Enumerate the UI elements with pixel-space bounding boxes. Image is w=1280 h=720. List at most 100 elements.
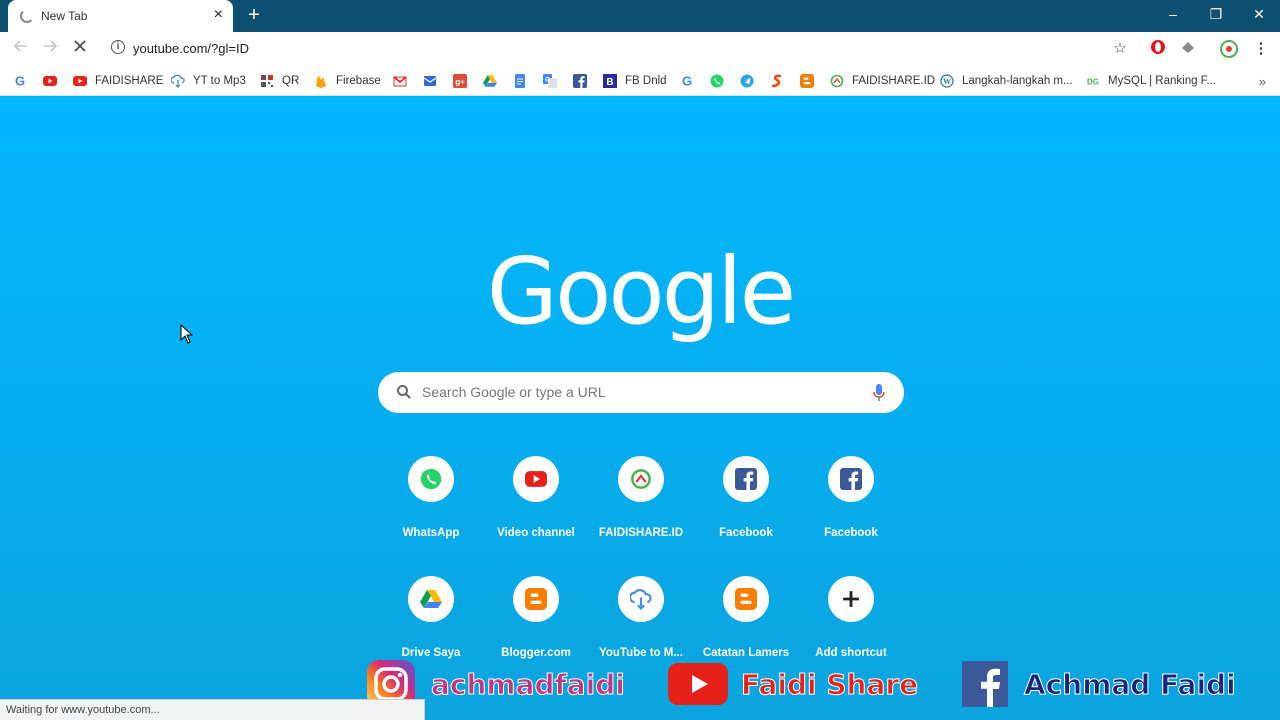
- tab-close-icon[interactable]: ×: [214, 6, 223, 24]
- stop-loading-button[interactable]: [69, 38, 91, 60]
- bookmark-qr[interactable]: QR: [260, 72, 299, 90]
- star-bookmark-icon[interactable]: ☆: [1110, 39, 1130, 59]
- svg-text:G: G: [545, 78, 550, 84]
- telegram-icon: [740, 74, 754, 88]
- bookmark-s[interactable]: [770, 72, 784, 90]
- shortcut-catatan-lamers[interactable]: Catatan Lamers: [691, 576, 801, 659]
- bookmark-blogger[interactable]: [800, 72, 814, 90]
- svg-text:G: G: [682, 74, 692, 88]
- s-icon: [770, 74, 784, 88]
- shortcut-drive-saya[interactable]: Drive Saya: [376, 576, 486, 659]
- minimize-button[interactable]: –: [1158, 4, 1188, 24]
- close-window-button[interactable]: ✕: [1244, 4, 1274, 24]
- facebook-icon: [828, 456, 874, 502]
- facebook-icon: [573, 74, 587, 88]
- docs-icon: [513, 74, 527, 88]
- search-box[interactable]: [378, 372, 904, 413]
- shortcut-youtube-to-m[interactable]: YouTube to M...: [586, 576, 696, 659]
- instagram-handle: achmadfaidi: [431, 667, 626, 701]
- loading-spinner-icon: [20, 9, 34, 23]
- shortcut-faidishare-id[interactable]: FAIDISHARE.ID: [586, 456, 696, 539]
- bookmark-google[interactable]: G: [680, 72, 694, 90]
- bookmark-inbox[interactable]: [423, 72, 437, 90]
- bookmark-label: YT to Mp3: [193, 75, 246, 87]
- shortcut-facebook[interactable]: Facebook: [796, 456, 906, 539]
- more-bookmarks-icon[interactable]: »: [1259, 72, 1266, 90]
- qr-icon: [260, 74, 274, 88]
- search-icon: [397, 385, 411, 399]
- mouse-cursor-icon: [180, 324, 194, 344]
- tab-title: New Tab: [41, 9, 88, 23]
- blogger-icon: [513, 576, 559, 622]
- faidishare-icon: [830, 74, 844, 88]
- svg-text:g+: g+: [455, 78, 465, 87]
- back-button[interactable]: [10, 38, 32, 60]
- title-bar: New Tab × + – ❐ ✕: [0, 0, 1280, 32]
- bookmark-firebase[interactable]: Firebase: [314, 72, 381, 90]
- facebook-icon: [962, 661, 1008, 707]
- microphone-icon[interactable]: [872, 383, 886, 403]
- bookmark-google-plus[interactable]: g+: [453, 72, 467, 90]
- bookmark-fb-dnld[interactable]: B FB Dnld: [603, 72, 667, 90]
- youtube-icon: [668, 663, 728, 705]
- inbox-icon: [423, 74, 437, 88]
- google-icon: G: [680, 74, 694, 88]
- bookmark-facebook[interactable]: [573, 72, 587, 90]
- svg-text:DG: DG: [1087, 78, 1099, 87]
- google-icon: G: [13, 74, 27, 88]
- svg-text:W: W: [943, 77, 951, 86]
- new-tab-page: Google WhatsAppVideo channelFAIDISHARE.I…: [0, 97, 1280, 720]
- youtube-icon: [73, 74, 87, 88]
- faidishare-icon: [618, 456, 664, 502]
- translate-icon: G: [543, 74, 557, 88]
- youtube-watermark: Faidi Share: [667, 658, 919, 710]
- shortcut-label: WhatsApp: [402, 527, 460, 539]
- menu-icon[interactable]: ⋮: [1251, 39, 1271, 59]
- new-tab-button[interactable]: +: [244, 4, 264, 26]
- b-icon: B: [603, 74, 617, 88]
- bookmark-label: Firebase: [336, 75, 381, 87]
- svg-text:B: B: [606, 77, 613, 88]
- shortcut-label: Facebook: [719, 527, 773, 539]
- bookmark-drive[interactable]: [483, 72, 497, 90]
- drive-icon: [483, 74, 497, 88]
- bookmark-youtube[interactable]: [43, 72, 57, 90]
- youtube-channel-name: Faidi Share: [740, 667, 919, 701]
- extension-icon[interactable]: [1178, 39, 1198, 59]
- bookmark-whatsapp[interactable]: [710, 72, 724, 90]
- bookmark-translate[interactable]: G: [543, 72, 557, 90]
- youtube-icon: [513, 456, 559, 502]
- shortcut-add-shortcut[interactable]: Add shortcut: [796, 576, 906, 659]
- shortcut-video-channel[interactable]: Video channel: [481, 456, 591, 539]
- bookmark-langkah-langkah-m[interactable]: W Langkah-langkah m...: [940, 72, 1073, 90]
- tab-new-tab[interactable]: New Tab ×: [8, 0, 233, 32]
- bookmark-mysql-ranking-f[interactable]: DG MySQL | Ranking F...: [1086, 72, 1216, 90]
- bookmark-docs[interactable]: [513, 72, 527, 90]
- shortcut-label: Facebook: [824, 527, 878, 539]
- bookmark-google[interactable]: G: [13, 72, 27, 90]
- blogger-icon: [800, 74, 814, 88]
- shortcut-facebook[interactable]: Facebook: [691, 456, 801, 539]
- shortcut-blogger-com[interactable]: Blogger.com: [481, 576, 591, 659]
- opera-vpn-icon[interactable]: [1148, 39, 1168, 59]
- drive-icon: [408, 576, 454, 622]
- bookmarks-bar: » G FAIDISHARE YT to Mp3 QR Firebase g+ G B FB D…: [0, 66, 1280, 96]
- bookmark-faidishare[interactable]: FAIDISHARE: [73, 72, 163, 90]
- shortcut-label: Video channel: [497, 527, 575, 539]
- search-input[interactable]: [422, 380, 862, 404]
- bookmark-label: QR: [282, 75, 300, 87]
- toolbar: i youtube.com/?gl=ID ☆ ⋮: [0, 32, 1280, 66]
- dg-icon: DG: [1086, 74, 1100, 88]
- forward-button[interactable]: [39, 38, 61, 60]
- address-bar[interactable]: youtube.com/?gl=ID: [133, 41, 249, 56]
- bookmark-yt-to-mp3[interactable]: YT to Mp3: [171, 72, 246, 90]
- bookmark-faidishare-id[interactable]: FAIDISHARE.ID: [830, 72, 935, 90]
- site-info-icon[interactable]: i: [111, 40, 125, 54]
- bookmark-telegram[interactable]: [740, 72, 754, 90]
- faidishare-extension-icon[interactable]: [1219, 39, 1239, 59]
- google-plus-icon: g+: [453, 74, 467, 88]
- bookmark-label: MySQL | Ranking F...: [1108, 75, 1217, 87]
- shortcut-whatsapp[interactable]: WhatsApp: [376, 456, 486, 539]
- bookmark-gmail[interactable]: [393, 72, 407, 90]
- restore-button[interactable]: ❐: [1201, 4, 1231, 24]
